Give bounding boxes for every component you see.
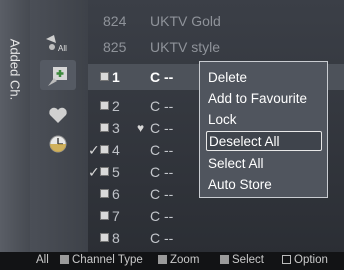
channel-type-icon: [100, 145, 109, 154]
channel-name: C --: [150, 142, 174, 158]
all-icon-label: All: [58, 44, 67, 53]
color-key-icon: [60, 255, 69, 264]
all-channels-button[interactable]: All: [40, 28, 76, 58]
all-channels-icon: All: [46, 35, 67, 53]
channel-number: 4: [112, 142, 120, 158]
added-channels-button[interactable]: [40, 60, 76, 90]
favourite-button[interactable]: [40, 100, 76, 130]
menu-item-deselect-all[interactable]: Deselect All: [206, 131, 322, 151]
option-icon: [282, 255, 291, 264]
channel-number: 824: [103, 13, 127, 29]
programmed-icon: [49, 135, 67, 153]
list-item[interactable]: 8 C --: [88, 225, 344, 251]
side-tab-label: Added Ch.: [7, 38, 23, 101]
bottom-help-bar: All Channel Type Zoom Select Option: [0, 252, 344, 270]
channel-type-icon: [100, 101, 109, 110]
channel-name: C --: [150, 98, 174, 114]
channel-type-icon: [100, 233, 109, 242]
favourite-icon: [49, 107, 67, 123]
channel-name: UKTV style: [150, 39, 221, 55]
added-channels-icon: [48, 67, 67, 86]
help-option-label: Option: [294, 254, 328, 266]
help-select-label: Select: [232, 254, 264, 266]
channel-number: 7: [112, 208, 120, 224]
channel-name: UKTV Gold: [150, 13, 221, 29]
channel-type-icon: [100, 123, 109, 132]
channel-list-screen: Added Ch. All 824 UKTV Gold 825 UKTV sty…: [0, 0, 344, 270]
icon-column: All: [30, 0, 88, 252]
help-zoom-label: Zoom: [170, 254, 200, 266]
menu-item-lock[interactable]: Lock: [206, 109, 322, 129]
menu-item-select-all[interactable]: Select All: [206, 153, 322, 173]
help-option[interactable]: Option: [282, 254, 328, 266]
check-mark-icon: ✓: [88, 163, 100, 180]
channel-number: 5: [112, 164, 120, 180]
list-item[interactable]: 825 UKTV style: [88, 34, 344, 60]
channel-type-icon: [100, 72, 109, 81]
channel-number: 2: [112, 98, 120, 114]
help-select[interactable]: Select: [220, 254, 264, 266]
menu-item-add-to-favourite[interactable]: Add to Favourite: [206, 88, 322, 108]
help-channel-type[interactable]: Channel Type: [60, 254, 143, 266]
channel-number: 1: [112, 69, 120, 85]
channel-number: 3: [112, 120, 120, 136]
color-key-icon: [158, 255, 167, 264]
channel-type-icon: [100, 211, 109, 220]
list-item[interactable]: 824 UKTV Gold: [88, 8, 344, 34]
channel-name: C --: [150, 208, 174, 224]
favourite-heart-icon: ♥: [137, 121, 145, 135]
menu-item-auto-store[interactable]: Auto Store: [206, 174, 322, 194]
channel-type-icon: [100, 189, 109, 198]
channel-number: 825: [103, 39, 127, 55]
channel-name: C --: [150, 230, 174, 246]
help-zoom[interactable]: Zoom: [158, 254, 199, 266]
help-all[interactable]: All: [36, 254, 49, 266]
channel-number: 8: [112, 230, 120, 246]
channel-type-icon: [100, 167, 109, 176]
help-channel-type-label: Channel Type: [72, 254, 143, 266]
channel-name: C --: [150, 120, 174, 136]
check-mark-icon: ✓: [88, 141, 100, 158]
channel-name: C --: [150, 164, 174, 180]
option-menu: Delete Add to Favourite Lock Deselect Al…: [199, 61, 328, 198]
channel-name: C --: [150, 186, 174, 202]
channel-number: 6: [112, 186, 120, 202]
programmed-button[interactable]: [40, 128, 76, 158]
menu-item-delete[interactable]: Delete: [206, 67, 322, 87]
enter-icon: [220, 255, 229, 264]
channel-name: C --: [150, 69, 174, 85]
side-tab[interactable]: Added Ch.: [0, 0, 30, 252]
